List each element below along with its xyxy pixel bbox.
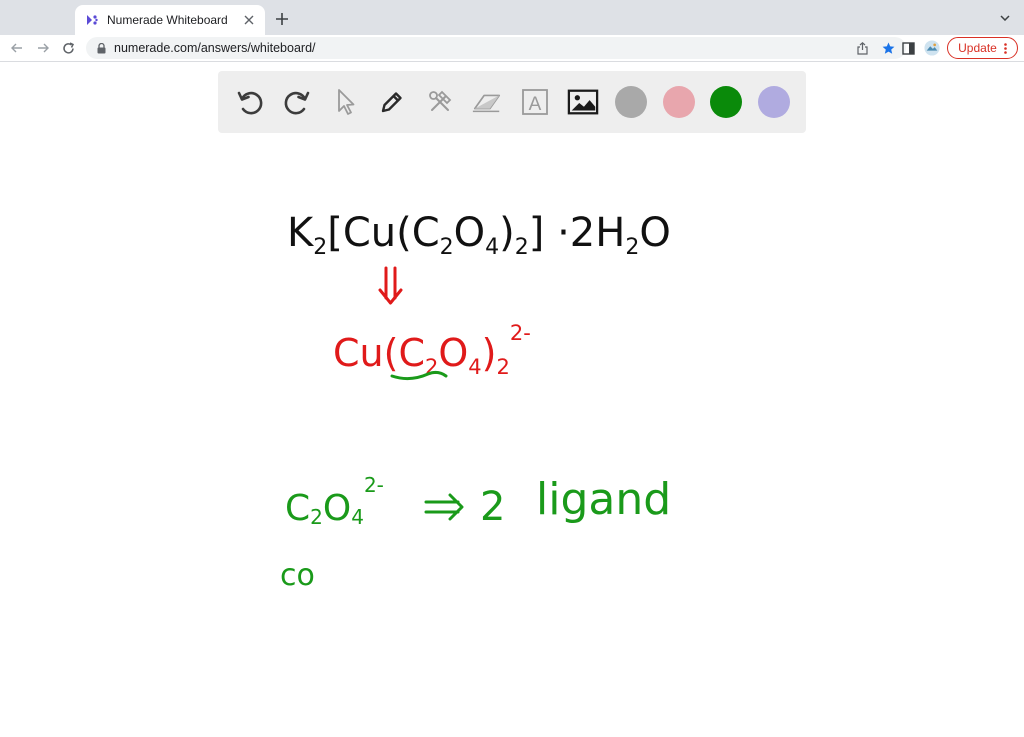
image-icon[interactable]: [567, 86, 599, 118]
formula-line-4: co: [280, 558, 315, 593]
svg-text:C2O42-: C2O42-: [285, 473, 384, 529]
svg-text:ligand: ligand: [536, 474, 671, 525]
pen-icon[interactable]: [376, 86, 408, 118]
svg-text:co: co: [280, 558, 315, 593]
chevron-down-icon[interactable]: [998, 11, 1012, 25]
reload-icon[interactable]: [59, 39, 77, 57]
arrow-left-icon[interactable]: [8, 39, 26, 57]
cursor-icon[interactable]: [329, 86, 361, 118]
text-box-icon[interactable]: A: [519, 86, 551, 118]
formula-line-1: K2[Cu(C2O4)2] ·2H2O: [287, 210, 671, 260]
kebab-menu-icon[interactable]: [1004, 42, 1007, 54]
formula-line-2: Cu(C2O4)22-: [333, 321, 531, 381]
browser-toolbar: numerade.com/answers/whiteboard/ Update: [0, 35, 1024, 62]
tab-title: Numerade Whiteboard: [107, 13, 228, 27]
undo-icon[interactable]: [234, 86, 266, 118]
formula-line-3: C2O42- 2 ligand: [285, 473, 671, 530]
svg-text:K2[Cu(C2O4)2] ·2H2O: K2[Cu(C2O4)2] ·2H2O: [287, 210, 671, 260]
color-swatch-green[interactable]: [710, 86, 742, 118]
star-icon[interactable]: [880, 40, 896, 56]
browser-tab-active[interactable]: Numerade Whiteboard: [75, 5, 265, 35]
lock-icon[interactable]: [96, 42, 106, 54]
browser-tabstrip: Numerade Whiteboard: [0, 0, 1024, 35]
profile-avatar-icon[interactable]: [924, 40, 940, 56]
side-panel-icon[interactable]: [900, 40, 916, 56]
color-swatch-lavender[interactable]: [758, 86, 790, 118]
update-label: Update: [958, 41, 997, 55]
numerade-logo-icon: [85, 13, 99, 27]
update-button[interactable]: Update: [947, 37, 1018, 59]
handwriting-layer: K2[Cu(C2O4)2] ·2H2O Cu(C2O4)22- C2O42- 2…: [280, 210, 671, 593]
color-swatch-gray[interactable]: [615, 86, 647, 118]
address-bar[interactable]: numerade.com/answers/whiteboard/: [86, 37, 906, 59]
double-arrow-down: [378, 266, 403, 305]
color-swatch-pink[interactable]: [663, 86, 695, 118]
eraser-icon[interactable]: [471, 86, 503, 118]
arrow-right-icon[interactable]: [34, 39, 52, 57]
whiteboard-canvas[interactable]: K2[Cu(C2O4)2] ·2H2O Cu(C2O4)22- C2O42- 2…: [0, 140, 1024, 732]
close-icon[interactable]: [241, 12, 257, 28]
share-icon[interactable]: [854, 40, 870, 56]
redo-icon[interactable]: [281, 86, 313, 118]
svg-text:Cu(C2O4)22-: Cu(C2O4)22-: [333, 321, 531, 379]
url-text: numerade.com/answers/whiteboard/: [114, 41, 316, 55]
svg-text:2: 2: [480, 484, 505, 530]
text-tool-glyph: A: [529, 94, 542, 115]
hammer-wrench-icon[interactable]: [424, 86, 456, 118]
whiteboard-toolbar: A: [218, 71, 806, 133]
plus-icon[interactable]: [272, 9, 292, 29]
